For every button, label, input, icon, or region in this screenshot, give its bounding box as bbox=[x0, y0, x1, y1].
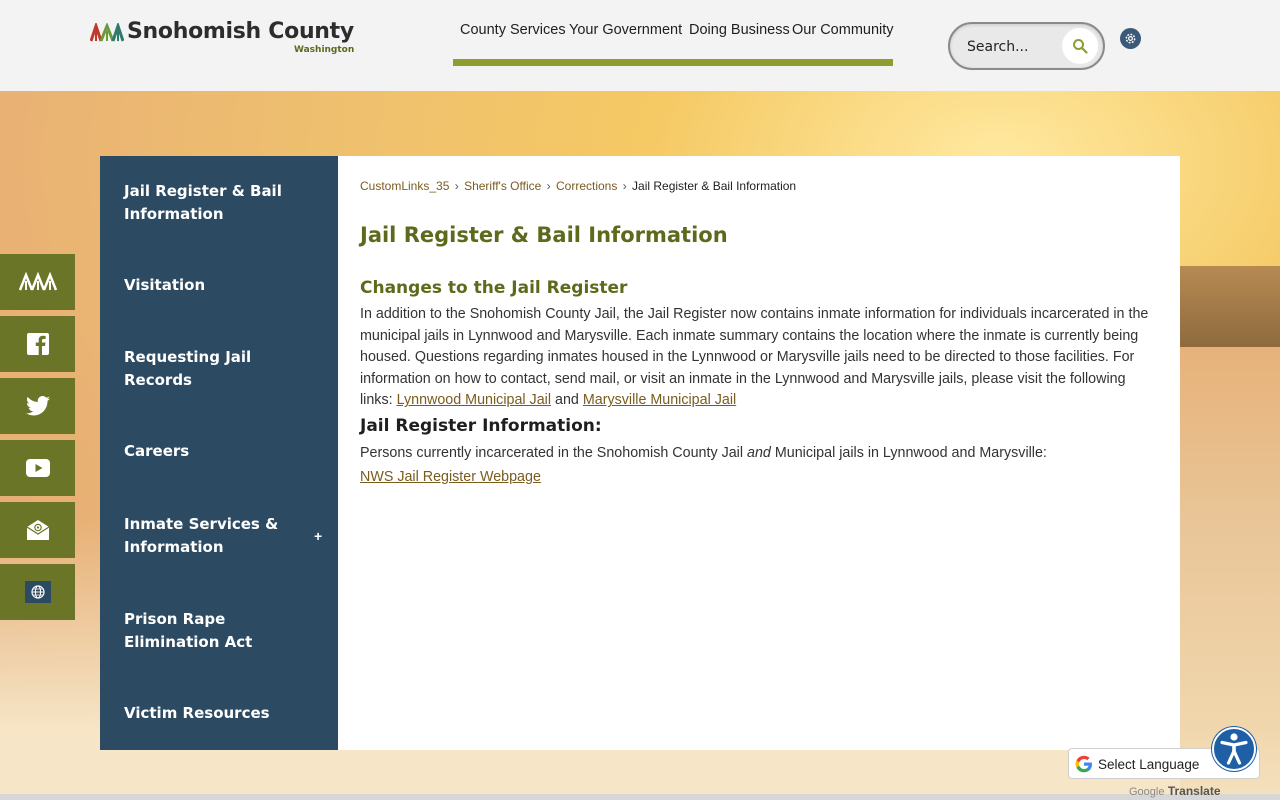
sidemenu-item-visitation[interactable]: Visitation bbox=[124, 274, 304, 297]
logo-subtitle: Washington bbox=[294, 45, 355, 55]
top-navigation: County Services Your Government Doing Bu… bbox=[453, 0, 894, 66]
home-icon bbox=[18, 272, 57, 291]
register-info-paragraph: Persons currently incarcerated in the Sn… bbox=[360, 445, 1160, 461]
section-heading-changes: Changes to the Jail Register bbox=[360, 278, 628, 298]
lynnwood-jail-link[interactable]: Lynnwood Municipal Jail bbox=[397, 392, 551, 408]
side-menu: Jail Register & Bail Information Visitat… bbox=[100, 156, 338, 750]
social-email[interactable] bbox=[0, 502, 75, 558]
search-icon bbox=[1073, 39, 1088, 54]
social-twitter[interactable] bbox=[0, 378, 75, 434]
and-text: and bbox=[555, 392, 579, 409]
breadcrumb-separator: › bbox=[546, 179, 551, 193]
breadcrumb-current: Jail Register & Bail Information bbox=[632, 179, 797, 193]
county-logo[interactable]: Snohomish County Washington bbox=[90, 19, 360, 60]
tree-line bbox=[1180, 266, 1280, 348]
accessibility-button[interactable] bbox=[1212, 727, 1256, 771]
nav-our-community[interactable]: Our Community bbox=[792, 22, 894, 38]
sidemenu-item-prea[interactable]: Prison Rape Elimination Act bbox=[124, 608, 304, 654]
mountains-logo-icon bbox=[90, 23, 124, 42]
twitter-icon bbox=[25, 396, 50, 416]
youtube-icon bbox=[25, 459, 50, 477]
nav-your-government[interactable]: Your Government bbox=[569, 22, 682, 38]
google-g-icon bbox=[1075, 755, 1092, 773]
social-facebook[interactable] bbox=[0, 316, 75, 372]
facebook-icon bbox=[26, 333, 49, 355]
search-box bbox=[948, 22, 1105, 70]
changes-paragraph: In addition to the Snohomish County Jail… bbox=[360, 304, 1160, 412]
site-header: Snohomish County Washington County Servi… bbox=[0, 0, 1280, 91]
globe-icon bbox=[24, 581, 51, 603]
register-info-text-b: Municipal jails in Lynnwood and Marysvil… bbox=[774, 445, 1047, 461]
breadcrumb-link[interactable]: Sheriff's Office bbox=[464, 179, 541, 193]
nav-underline bbox=[453, 59, 893, 66]
google-wordmark: Google bbox=[1129, 786, 1165, 798]
translate-word: Translate bbox=[1167, 784, 1221, 798]
register-info-emphasis: and bbox=[747, 445, 771, 461]
social-translate[interactable] bbox=[0, 564, 75, 620]
language-select-label: Select Language bbox=[1098, 757, 1200, 772]
social-youtube[interactable] bbox=[0, 440, 75, 496]
sidemenu-item-requesting-records[interactable]: Requesting Jail Records bbox=[124, 346, 304, 392]
section-heading-register-info: Jail Register Information: bbox=[360, 416, 602, 436]
breadcrumb-link[interactable]: CustomLinks_35 bbox=[360, 179, 449, 193]
breadcrumb: CustomLinks_35 › Sheriff's Office › Corr… bbox=[360, 179, 796, 193]
register-info-text: Persons currently incarcerated in the Sn… bbox=[360, 445, 744, 461]
nws-jail-register-link[interactable]: NWS Jail Register Webpage bbox=[360, 469, 541, 485]
breadcrumb-link[interactable]: Corrections bbox=[556, 179, 617, 193]
marysville-jail-link[interactable]: Marysville Municipal Jail bbox=[583, 392, 736, 408]
footer-strip bbox=[0, 794, 1280, 800]
page-title: Jail Register & Bail Information bbox=[360, 223, 728, 247]
expand-icon[interactable]: + bbox=[314, 528, 322, 544]
accessibility-icon bbox=[1220, 733, 1248, 765]
sidemenu-item-victim-resources[interactable]: Victim Resources bbox=[124, 702, 304, 725]
nav-doing-business[interactable]: Doing Business bbox=[689, 22, 790, 38]
social-home[interactable] bbox=[0, 254, 75, 310]
gear-icon bbox=[1125, 33, 1136, 44]
search-button[interactable] bbox=[1062, 28, 1098, 64]
powered-by-google: Google Translate bbox=[1129, 784, 1221, 798]
logo-name: Snohomish County bbox=[127, 19, 354, 44]
nav-county-services[interactable]: County Services bbox=[460, 22, 566, 38]
breadcrumb-separator: › bbox=[454, 179, 459, 193]
sidemenu-item-careers[interactable]: Careers bbox=[124, 440, 304, 463]
settings-button[interactable] bbox=[1120, 28, 1141, 49]
search-input[interactable] bbox=[967, 36, 1067, 58]
breadcrumb-separator: › bbox=[622, 179, 627, 193]
sidemenu-item-inmate-services[interactable]: Inmate Services & Information bbox=[124, 513, 304, 559]
email-icon bbox=[26, 520, 49, 540]
main-content: CustomLinks_35 › Sheriff's Office › Corr… bbox=[338, 156, 1180, 750]
sidemenu-item-jail-register[interactable]: Jail Register & Bail Information bbox=[124, 180, 304, 226]
